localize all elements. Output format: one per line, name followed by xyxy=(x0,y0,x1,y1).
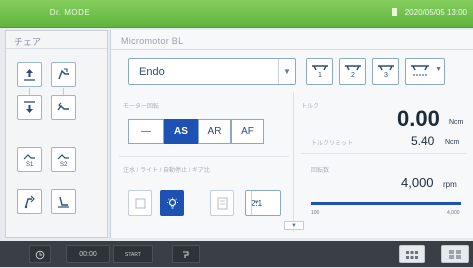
light-bulb-icon xyxy=(167,197,178,209)
torque-limit-value[interactable]: 5.40 xyxy=(411,134,434,148)
rinse-position-button[interactable] xyxy=(17,189,42,214)
chair-up-icon xyxy=(24,69,35,81)
speed-bar[interactable] xyxy=(311,202,461,205)
divider xyxy=(6,48,107,49)
file-2-button[interactable]: 2 xyxy=(339,58,366,85)
menu-icon xyxy=(449,250,461,259)
screen: Dr. MODE 2020/05/05 13:00 チェア S1 S2 Micr… xyxy=(0,0,473,267)
instrument-title: Micromotor BL xyxy=(121,36,184,46)
svg-text:S1: S1 xyxy=(26,162,34,167)
auto-stop-icon xyxy=(217,197,228,210)
chair-down-button[interactable] xyxy=(17,95,42,120)
status-datetime: 2020/05/05 13:00 xyxy=(392,8,467,17)
program-select-value: Endo xyxy=(139,66,165,78)
light-button[interactable] xyxy=(160,190,184,216)
chevron-down-icon: ▼ xyxy=(291,223,297,229)
divider xyxy=(293,92,294,232)
svg-text:S2: S2 xyxy=(60,162,68,167)
grid-icon xyxy=(406,251,418,259)
chair-panel-title: チェア xyxy=(14,37,42,47)
chevron-down-icon: ▼ xyxy=(278,59,295,84)
timer-start-button[interactable]: START xyxy=(113,245,153,263)
grid-button[interactable] xyxy=(399,245,425,263)
torque-limit-label: トルクリミット xyxy=(311,141,354,147)
program-select[interactable]: Endo ▼ xyxy=(128,58,296,85)
torque-unit: Ncm xyxy=(449,119,464,126)
auto-stop-button[interactable] xyxy=(210,190,234,216)
divider xyxy=(301,153,466,154)
mode-off-button[interactable]: — xyxy=(128,119,164,144)
timer-icon xyxy=(35,250,45,260)
chevron-down-icon: ▼ xyxy=(251,191,261,215)
preset-s2-button[interactable]: S2 xyxy=(51,147,76,172)
water-spray-icon xyxy=(135,198,146,209)
mode-af-button[interactable]: AF xyxy=(231,119,264,144)
options-label: 注水 / ライト / 自動停止 / ギア比 xyxy=(123,168,211,174)
file-1-button[interactable]: 1 xyxy=(306,58,333,85)
operator-mode-label: Dr. MODE xyxy=(49,8,91,17)
expand-panel-button[interactable]: ▼ xyxy=(284,221,304,230)
backrest-down-icon xyxy=(57,102,69,111)
backrest-down-button[interactable] xyxy=(51,95,76,120)
chair-panel: チェア S1 S2 xyxy=(5,30,108,238)
bottom-bar: 00:00 START xyxy=(0,241,473,267)
file-select-icon xyxy=(411,65,429,76)
gear-ratio-select[interactable]: 2:1 ▼ xyxy=(245,190,281,216)
preset-s1-icon: S1 xyxy=(23,154,35,167)
mode-as-button[interactable]: AS xyxy=(164,119,198,144)
top-bar: Dr. MODE 2020/05/05 13:00 xyxy=(0,0,473,28)
speed-label: 回転数 xyxy=(311,168,330,174)
speed-min-label: 100 xyxy=(311,210,320,216)
torque-label: トルク xyxy=(301,104,320,110)
datetime-text: 2020/05/05 13:00 xyxy=(404,8,467,17)
timer-display: 00:00 xyxy=(66,245,110,263)
speed-max-label: 4,000 xyxy=(447,210,460,216)
speed-unit: rpm xyxy=(443,180,457,189)
instrument-panel: Micromotor BL Endo ▼ 1 2 3 ▼ モーター回転 — AS… xyxy=(110,30,473,238)
backrest-up-button[interactable] xyxy=(51,62,76,87)
file-3-button[interactable]: 3 xyxy=(372,58,399,85)
handpiece-icon xyxy=(183,251,189,258)
speed-bar-fill xyxy=(311,202,461,205)
file-1-number: 1 xyxy=(318,72,322,79)
divider xyxy=(119,156,289,157)
handpiece-button[interactable] xyxy=(172,245,200,263)
torque-limit-unit: Ncm xyxy=(445,139,460,146)
rinse-position-icon xyxy=(24,195,35,209)
water-spray-button[interactable] xyxy=(128,190,152,216)
return-position-button[interactable] xyxy=(51,189,76,214)
connector xyxy=(63,88,64,95)
mode-ar-button[interactable]: AR xyxy=(198,119,231,144)
timer-button[interactable] xyxy=(29,245,51,263)
connector xyxy=(29,88,30,95)
chair-up-button[interactable] xyxy=(17,62,42,87)
file-2-number: 2 xyxy=(351,72,355,79)
chevron-down-icon: ▼ xyxy=(435,66,442,73)
rotation-mode-label: モーター回転 xyxy=(123,104,160,110)
torque-value: 0.00 xyxy=(397,106,440,131)
file-select-button[interactable]: ▼ xyxy=(405,58,445,85)
return-position-icon xyxy=(58,196,69,208)
backrest-up-icon xyxy=(58,68,69,80)
preset-s1-button[interactable]: S1 xyxy=(17,147,42,172)
divider xyxy=(111,49,473,50)
menu-button[interactable] xyxy=(441,245,469,263)
file-3-number: 3 xyxy=(384,72,388,79)
chair-down-icon xyxy=(24,101,35,113)
battery-icon xyxy=(392,8,398,16)
speed-value[interactable]: 4,000 xyxy=(401,175,434,190)
preset-s2-icon: S2 xyxy=(57,154,69,167)
